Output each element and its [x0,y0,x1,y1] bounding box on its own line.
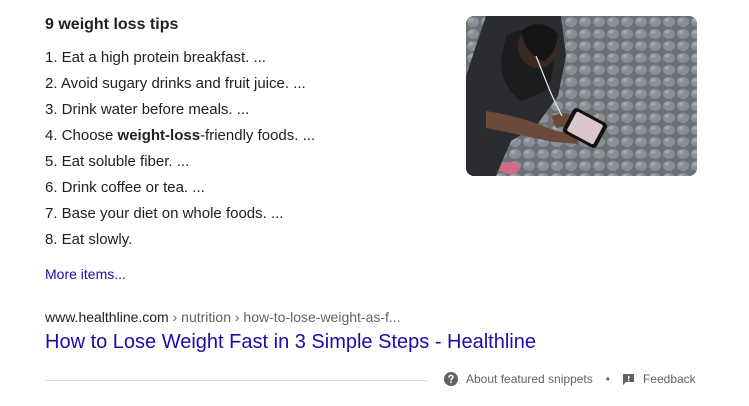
tips-list: 1. Eat a high protein breakfast. ... 2. … [45,49,315,257]
snippet-thumbnail-image[interactable] [466,16,697,176]
more-items-link[interactable]: More items... [45,266,126,282]
list-item-bold: weight-loss [117,127,201,144]
list-item: 2. Avoid sugary drinks and fruit juice. … [45,75,315,101]
about-featured-snippets-label: About featured snippets [466,372,593,386]
about-featured-snippets-button[interactable]: About featured snippets [444,372,593,386]
footer-separator: • [605,372,610,386]
list-item-text: 6. Drink coffee or tea. ... [45,179,205,196]
list-item: 8. Eat slowly. [45,231,315,257]
list-item-text-after: -friendly foods. ... [200,127,316,144]
result-url: www.healthline.com › nutrition › how-to-… [45,309,401,325]
list-item: 5. Eat soluble fiber. ... [45,153,315,179]
footer-divider [45,380,428,381]
feedback-flag-icon [622,373,634,385]
list-item-text: 3. Drink water before meals. ... [45,101,250,118]
list-item: 4. Choose weight-loss-friendly foods. ..… [45,127,315,153]
list-item: 6. Drink coffee or tea. ... [45,179,315,205]
list-item-text: 4. Choose [45,127,118,144]
question-circle-icon [444,372,458,386]
list-item: 3. Drink water before meals. ... [45,101,315,127]
result-domain: www.healthline.com [45,309,169,325]
list-item-text: 7. Base your diet on whole foods. ... [45,205,284,222]
list-item-text: 2. Avoid sugary drinks and fruit juice. … [45,75,306,92]
snippet-footer: About featured snippets • Feedback [444,372,696,386]
list-item-text: 1. Eat a high protein breakfast. ... [45,49,266,66]
list-item-text: 5. Eat soluble fiber. ... [45,153,190,170]
feedback-label: Feedback [642,372,696,386]
list-item: 1. Eat a high protein breakfast. ... [45,49,315,75]
result-title-link[interactable]: How to Lose Weight Fast in 3 Simple Step… [45,331,536,354]
result-path: › nutrition › how-to-lose-weight-as-f... [168,309,401,325]
snippet-title: 9 weight loss tips [45,16,179,33]
list-item-text: 8. Eat slowly. [45,231,133,248]
thumbnail-photo [466,16,697,176]
feedback-button[interactable]: Feedback [622,372,696,386]
list-item: 7. Base your diet on whole foods. ... [45,205,315,231]
